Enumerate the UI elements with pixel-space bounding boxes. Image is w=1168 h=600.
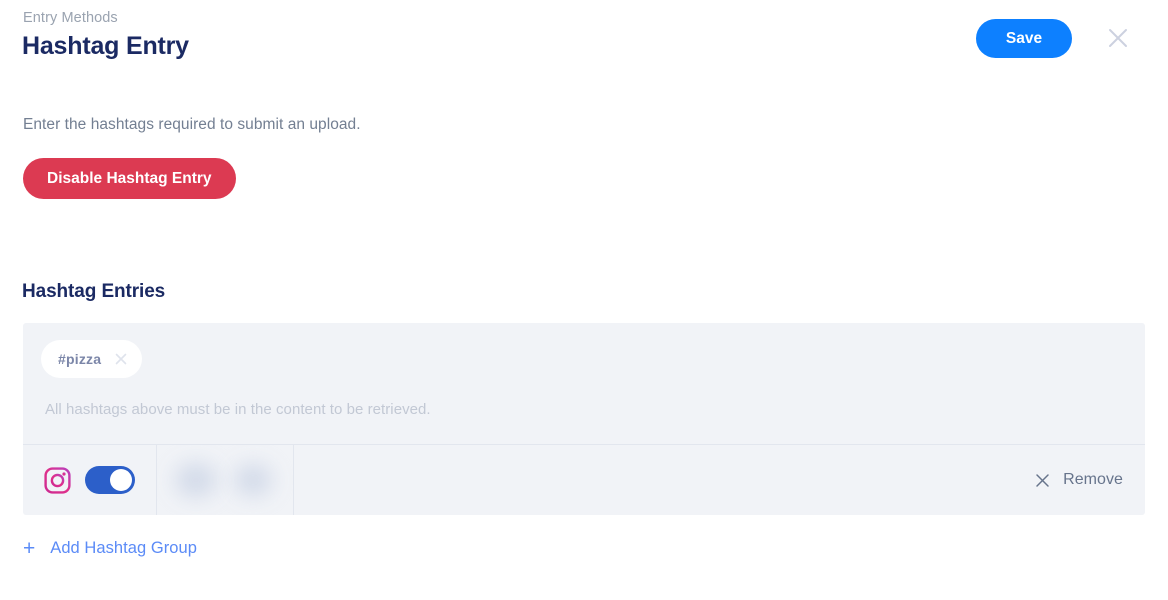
redacted-blob	[234, 464, 272, 496]
close-icon	[1034, 472, 1051, 489]
remove-group-label: Remove	[1063, 471, 1123, 488]
add-hashtag-group-button[interactable]: + Add Hashtag Group	[23, 538, 197, 559]
hashtag-entries-panel: #pizza All hashtags above must be in the…	[23, 323, 1145, 515]
page-title: Hashtag Entry	[22, 32, 189, 60]
instagram-icon	[44, 466, 71, 494]
hashtag-chip-label: #pizza	[58, 351, 102, 367]
breadcrumb: Entry Methods	[23, 10, 118, 26]
add-hashtag-group-label: Add Hashtag Group	[50, 539, 197, 557]
hashtag-group-row: Remove	[23, 445, 1145, 515]
page-header: Entry Methods Hashtag Entry Save	[0, 0, 1168, 78]
section-title: Hashtag Entries	[22, 281, 166, 302]
hashtag-chip[interactable]: #pizza	[41, 340, 143, 378]
network-enabled-toggle[interactable]	[85, 466, 135, 494]
close-icon[interactable]	[1105, 25, 1131, 51]
plus-icon: +	[23, 537, 36, 560]
redacted-cell	[157, 445, 293, 515]
remove-group-button[interactable]: Remove	[1034, 445, 1123, 515]
close-icon[interactable]	[113, 351, 129, 367]
panel-hint-text: All hashtags above must be in the conten…	[45, 401, 431, 418]
description-text: Enter the hashtags required to submit an…	[23, 116, 361, 133]
redacted-blob	[175, 463, 217, 497]
network-cell	[23, 445, 156, 515]
disable-hashtag-entry-button[interactable]: Disable Hashtag Entry	[23, 158, 236, 199]
save-button[interactable]: Save	[976, 19, 1072, 58]
cell-divider	[293, 445, 294, 515]
hashtag-chip-area: #pizza All hashtags above must be in the…	[23, 323, 1145, 444]
toggle-knob	[110, 469, 132, 491]
